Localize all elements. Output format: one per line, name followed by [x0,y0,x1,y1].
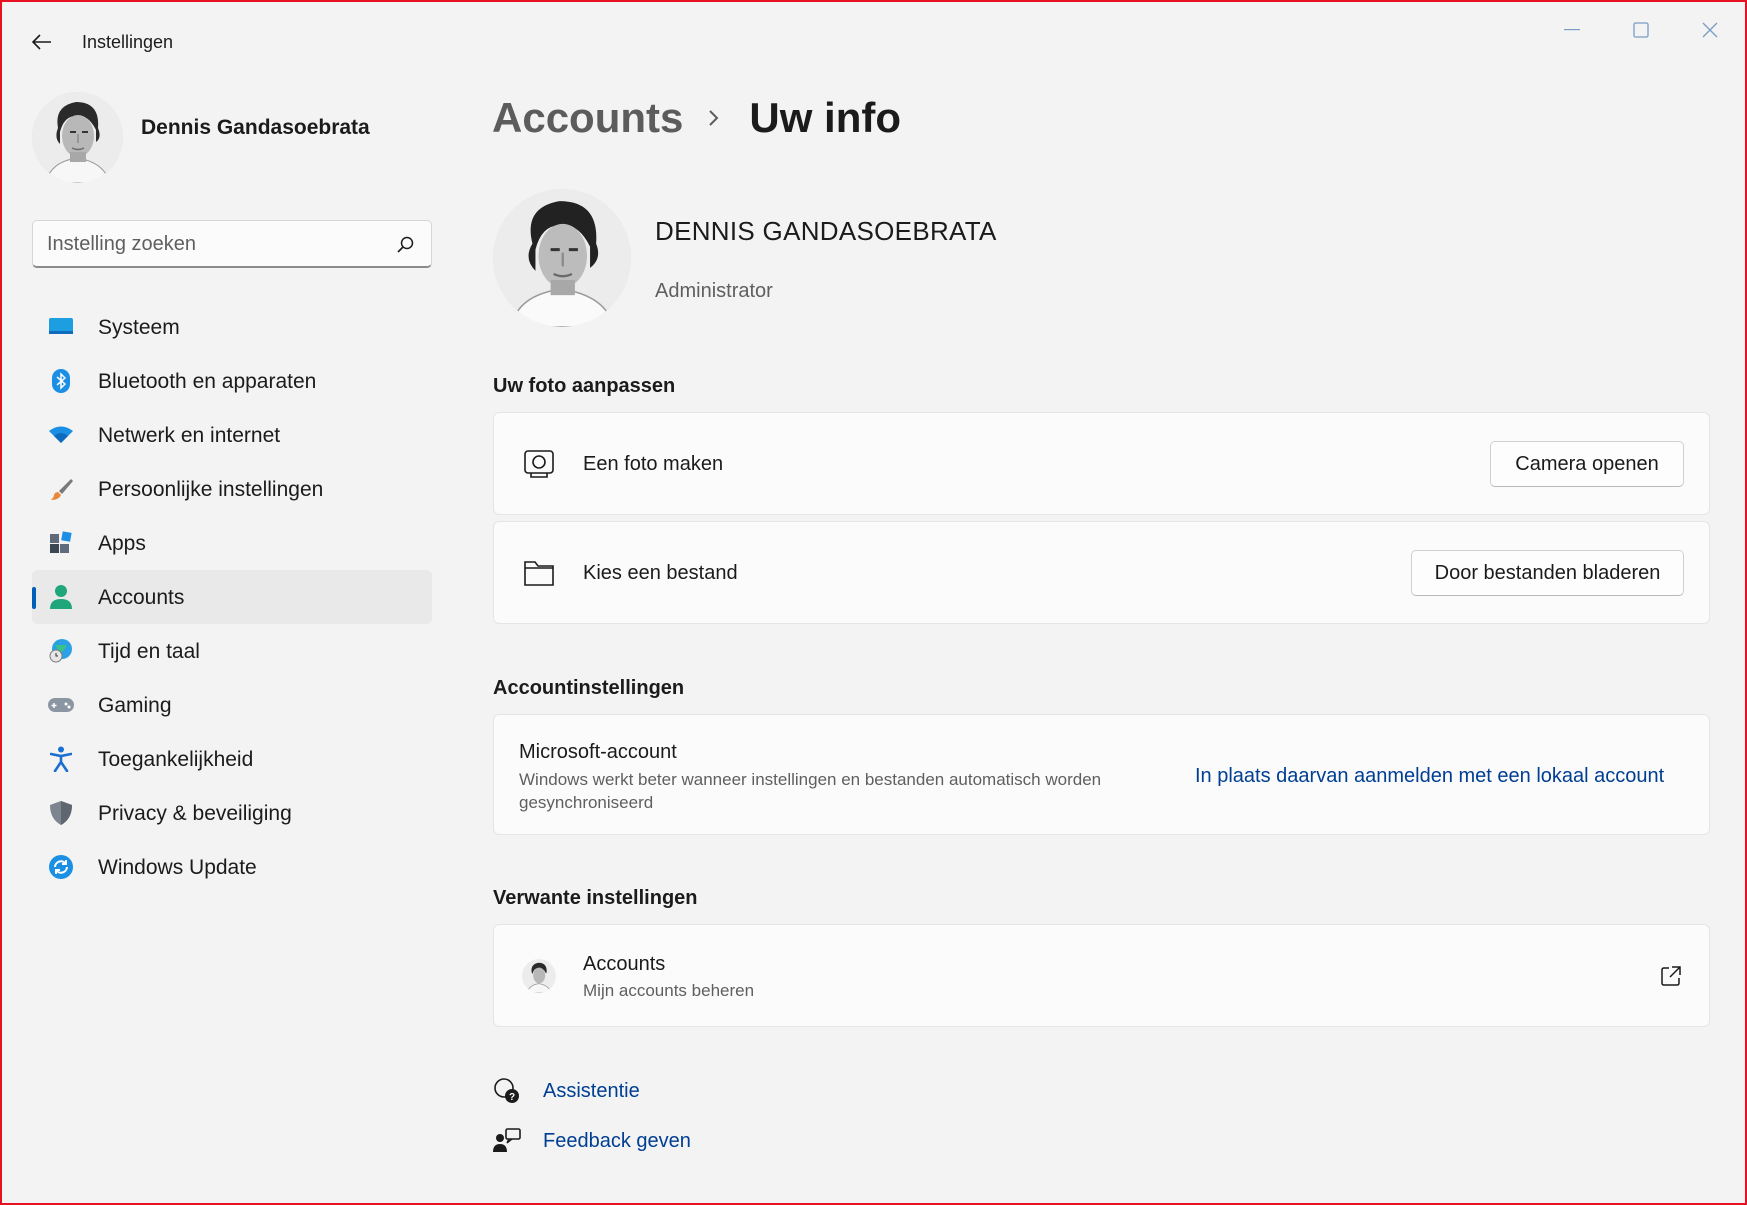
settings-window: Instellingen Dennis Gandasoebrata Instel… [0,0,1747,1205]
external-link-icon [1660,965,1682,987]
microsoft-account-description-cont: gesynchroniseerd [519,793,654,812]
feedback-link-label: Feedback geven [543,1130,691,1152]
assist-link-label: Assistentie [543,1080,640,1102]
maximize-button[interactable] [1611,10,1671,50]
search-icon[interactable] [395,235,415,255]
section-title-photo: Uw foto aanpassen [493,375,676,397]
breadcrumb-parent[interactable]: Accounts [492,94,683,142]
sidebar-item-apps[interactable]: Apps [32,516,432,570]
sidebar-item-label: Windows Update [98,856,257,879]
accessibility-icon [48,746,74,772]
camera-icon [522,447,556,481]
sidebar-item-accounts[interactable]: Accounts [32,570,432,624]
sidebar-item-label: Systeem [98,316,180,339]
user-display-name: DENNIS GANDASOEBRATA [655,216,997,246]
open-camera-button[interactable]: Camera openen [1490,441,1684,487]
minimize-button[interactable] [1542,10,1602,50]
breadcrumb: Accounts Uw info [492,90,901,146]
sidebar-item-label: Apps [98,532,146,555]
sidebar-item-systeem[interactable]: Systeem [32,300,432,354]
section-title-related: Verwante instellingen [493,887,698,909]
choose-file-card: Kies een bestand Door bestanden bladeren [493,521,1710,624]
sidebar-profile[interactable]: Dennis Gandasoebrata [32,92,452,188]
profile-name: Dennis Gandasoebrata [141,116,370,139]
maximize-icon [1633,22,1649,38]
svg-text:?: ? [509,1092,515,1103]
sidebar-item-label: Bluetooth en apparaten [98,370,317,393]
account-avatar-icon [522,959,556,993]
assist-link[interactable]: ? Assistentie [493,1075,793,1107]
globe-clock-icon [48,639,74,663]
monitor-icon [48,315,74,339]
feedback-icon [493,1127,521,1155]
search-box[interactable] [32,220,432,268]
sidebar-item-toegankelijkheid[interactable]: Toegankelijkheid [32,732,432,786]
take-photo-label: Een foto maken [583,453,724,475]
choose-file-label: Kies een bestand [583,562,738,584]
sidebar-item-windows-update[interactable]: Windows Update [32,840,432,894]
related-accounts-subtitle: Mijn accounts beheren [583,981,755,1000]
related-accounts-label: Accounts [583,953,666,975]
related-accounts-card[interactable]: Accounts Mijn accounts beheren [493,924,1710,1027]
sidebar-item-gaming[interactable]: Gaming [32,678,432,732]
sync-icon [48,855,74,879]
back-button[interactable] [26,28,58,56]
sidebar-item-label: Accounts [98,586,185,609]
sidebar-item-label: Privacy & beveiliging [98,802,292,825]
sidebar-item-privacy[interactable]: Privacy & beveiliging [32,786,432,840]
sidebar-item-bluetooth[interactable]: Bluetooth en apparaten [32,354,432,408]
local-account-link[interactable]: In plaats daarvan aanmelden met een loka… [1195,765,1664,788]
chevron-right-icon [709,110,719,126]
help-chat-icon: ? [493,1077,521,1105]
shield-icon [48,801,74,825]
avatar [32,92,123,183]
section-title-account: Accountinstellingen [493,677,685,699]
sidebar-item-label: Toegankelijkheid [98,748,254,771]
app-title: Instellingen [82,32,174,52]
search-input[interactable] [47,231,377,257]
sidebar-nav: Systeem Bluetooth en apparaten Netwerk e… [32,300,432,894]
back-arrow-icon [32,34,51,50]
bluetooth-icon [48,369,74,393]
sidebar-item-persoonlijk[interactable]: Persoonlijke instellingen [32,462,432,516]
user-role: Administrator [655,280,773,302]
person-icon [48,585,74,609]
close-button[interactable] [1680,10,1740,50]
close-icon [1702,22,1718,38]
sidebar-item-label: Tijd en taal [98,640,200,663]
user-photo [493,189,631,327]
wifi-icon [48,423,74,447]
title-bar: Instellingen [2,2,1745,82]
browse-files-button[interactable]: Door bestanden bladeren [1411,550,1684,596]
microsoft-account-label: Microsoft-account [519,741,677,763]
feedback-link[interactable]: Feedback geven [493,1125,793,1157]
sidebar-item-label: Persoonlijke instellingen [98,478,324,501]
sidebar-item-label: Netwerk en internet [98,424,281,447]
take-photo-card: Een foto maken Camera openen [493,412,1710,515]
folder-icon [522,556,556,590]
sidebar-item-label: Gaming [98,694,172,717]
paintbrush-icon [48,477,74,501]
apps-icon [48,531,74,555]
minimize-icon [1564,29,1580,31]
gamepad-icon [48,693,74,717]
page-title: Uw info [749,94,901,141]
sidebar-item-netwerk[interactable]: Netwerk en internet [32,408,432,462]
sidebar-item-tijd[interactable]: Tijd en taal [32,624,432,678]
microsoft-account-card: Microsoft-account Windows werkt beter wa… [493,714,1710,835]
microsoft-account-description: Windows werkt beter wanneer instellingen… [519,770,1102,789]
